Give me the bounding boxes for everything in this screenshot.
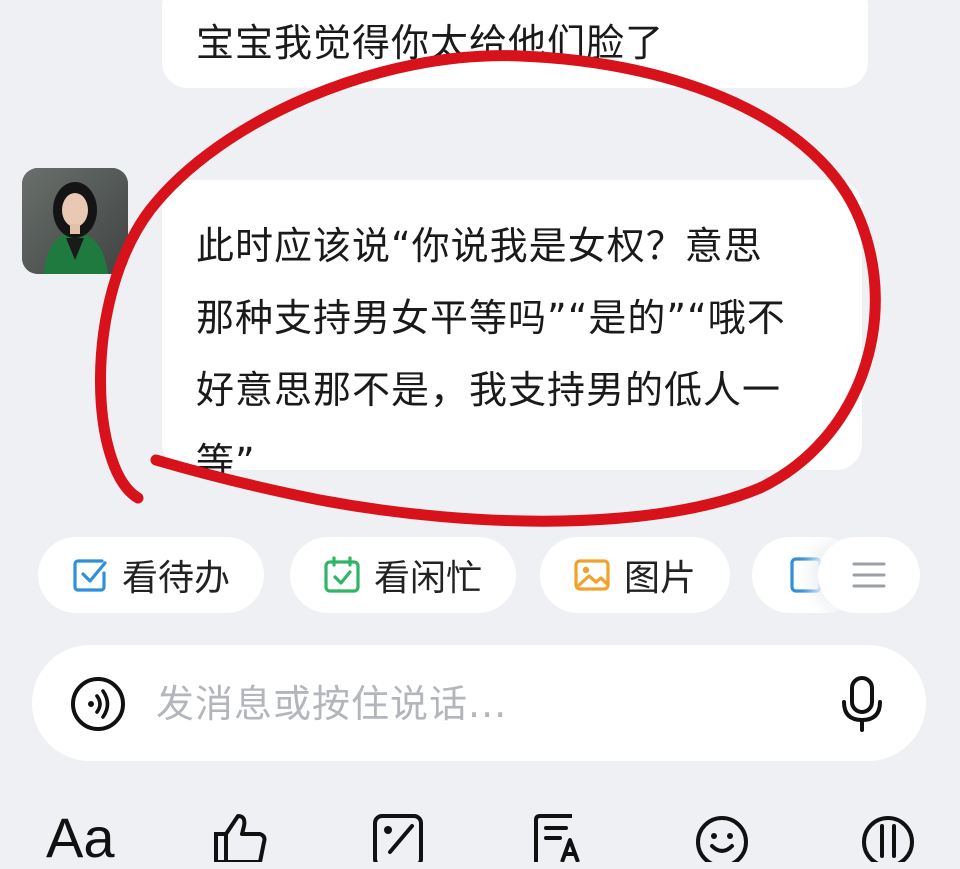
message-input[interactable]: 发消息或按住说话... <box>156 681 507 727</box>
checkbox-icon <box>73 559 107 592</box>
thumbs-up-icon[interactable] <box>212 812 268 862</box>
avatar[interactable] <box>22 168 128 274</box>
calendar-check-icon <box>324 556 360 593</box>
menu-icon <box>852 562 886 588</box>
font-button[interactable]: Aa <box>46 808 115 868</box>
more-actions-button[interactable] <box>818 537 920 613</box>
message-text: 此时应该说“你说我是女权？意思 那种支持男女平等吗”“是的”“哦不 好意思那不是… <box>196 224 786 484</box>
text-recognition-icon[interactable] <box>532 812 586 862</box>
edit-image-icon[interactable] <box>372 812 426 862</box>
quick-action-label: 图片 <box>624 558 697 599</box>
microphone-icon[interactable] <box>838 675 886 733</box>
emoji-icon[interactable] <box>694 812 750 862</box>
message-bubble[interactable]: 此时应该说“你说我是女权？意思 那种支持男女平等吗”“是的”“哦不 好意思那不是… <box>162 180 862 484</box>
quick-action-busy[interactable]: 看闲忙 <box>290 537 516 613</box>
quick-action-label: 看待办 <box>122 558 231 599</box>
quick-action-todo[interactable]: 看待办 <box>38 537 264 613</box>
add-icon[interactable] <box>860 812 916 862</box>
quick-action-image[interactable]: 图片 <box>540 537 730 613</box>
voice-mode-icon[interactable] <box>70 676 126 732</box>
message-input-bar[interactable]: 发消息或按住说话... <box>32 645 926 761</box>
image-icon <box>574 559 610 591</box>
message-text: 宝宝我觉得你太给他们脸了 <box>196 21 665 65</box>
message-bubble[interactable]: 宝宝我觉得你太给他们脸了 <box>162 0 868 88</box>
quick-action-label: 看闲忙 <box>374 558 483 599</box>
